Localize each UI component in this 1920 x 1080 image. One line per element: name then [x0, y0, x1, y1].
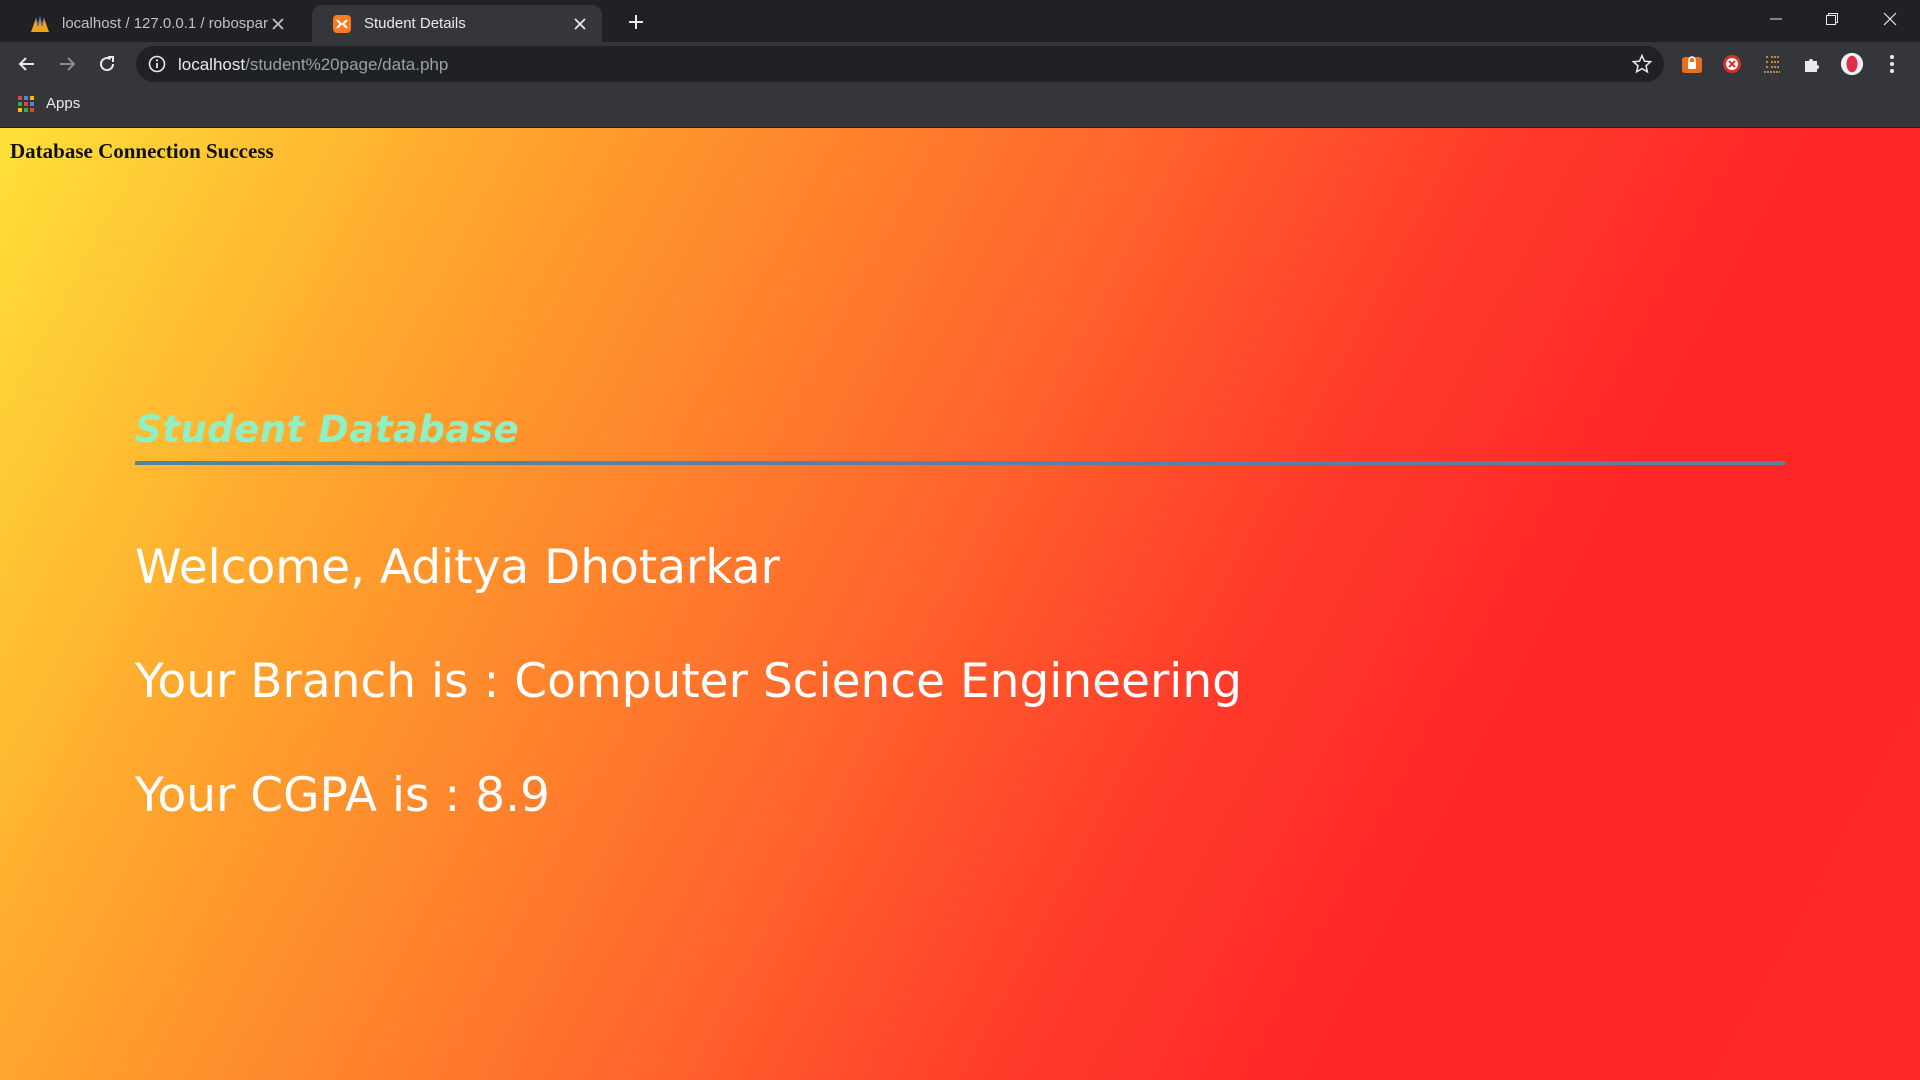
page-title: Student Database — [135, 408, 520, 451]
tab-strip: localhost / 127.0.0.1 / robospark Studen… — [0, 0, 1920, 42]
forward-button[interactable] — [51, 48, 83, 80]
reload-button[interactable] — [91, 48, 123, 80]
tab-phpmyadmin[interactable]: localhost / 127.0.0.1 / robospark — [10, 5, 300, 42]
branch-info: Your Branch is : Computer Science Engine… — [135, 654, 1242, 709]
extensions-puzzle-icon[interactable] — [1800, 52, 1824, 76]
apps-grid-icon — [18, 95, 34, 112]
tab-title: localhost / 127.0.0.1 / robospark — [62, 15, 268, 32]
tab-student-details[interactable]: Student Details — [312, 5, 602, 42]
tab-title: Student Details — [364, 15, 466, 32]
star-icon[interactable] — [1632, 54, 1652, 74]
page-content: Database Connection Success Student Data… — [0, 128, 1920, 1080]
browser-window: localhost / 127.0.0.1 / robospark Studen… — [0, 0, 1920, 1080]
close-window-button[interactable] — [1862, 0, 1918, 38]
xampp-icon — [333, 14, 351, 33]
arrow-left-icon — [18, 57, 34, 71]
extension-list-icon[interactable] — [1760, 52, 1784, 76]
title-divider — [135, 461, 1785, 465]
info-icon[interactable] — [148, 55, 166, 73]
db-status-message: Database Connection Success — [10, 139, 274, 163]
welcome-message: Welcome, Aditya Dhotarkar — [135, 540, 780, 595]
extension-block-icon[interactable] — [1720, 52, 1744, 76]
close-icon — [1883, 12, 1897, 26]
restore-icon — [1826, 13, 1838, 25]
new-tab-button[interactable] — [622, 8, 650, 36]
plus-icon — [629, 15, 643, 29]
close-tab-icon[interactable] — [570, 14, 590, 34]
browser-toolbar: localhost/student%20page/data.php — [0, 42, 1920, 86]
minimize-icon — [1770, 18, 1782, 20]
address-bar[interactable]: localhost/student%20page/data.php — [136, 46, 1664, 82]
minimize-button[interactable] — [1748, 0, 1804, 38]
apps-shortcut[interactable]: Apps — [18, 95, 80, 112]
bookmarks-bar: Apps — [0, 86, 1920, 128]
profile-avatar[interactable] — [1840, 52, 1864, 76]
menu-dots-icon[interactable] — [1880, 52, 1904, 76]
restore-button[interactable] — [1804, 0, 1860, 38]
close-tab-icon[interactable] — [268, 14, 288, 34]
phpmyadmin-icon — [31, 16, 49, 32]
reload-icon — [100, 56, 115, 72]
url-host: localhost — [178, 55, 246, 74]
arrow-right-icon — [60, 57, 76, 71]
url-text[interactable]: localhost/student%20page/data.php — [178, 55, 448, 75]
back-button[interactable] — [11, 48, 43, 80]
url-path: /student%20page/data.php — [245, 55, 449, 74]
cgpa-info: Your CGPA is : 8.9 — [135, 768, 550, 823]
apps-label: Apps — [46, 95, 81, 112]
extension-lock-icon[interactable] — [1680, 52, 1704, 76]
